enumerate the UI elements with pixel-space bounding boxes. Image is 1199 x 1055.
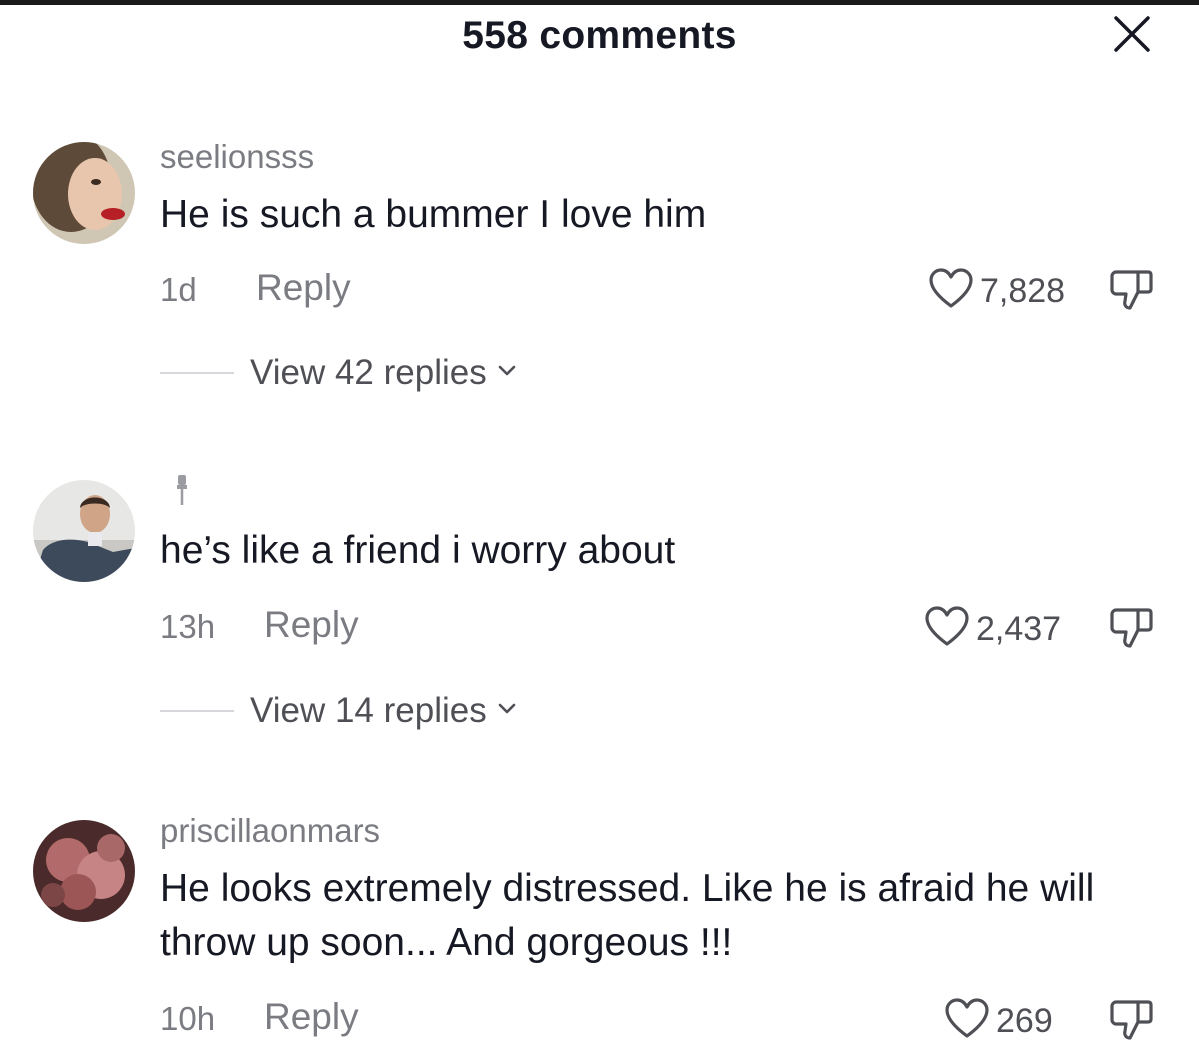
view-replies-label: View 42 replies [250,353,487,392]
comment-timestamp: 13h [160,608,216,645]
dislike-icon[interactable] [1108,268,1156,312]
like-button[interactable]: 269 [944,998,1053,1045]
view-replies-button[interactable]: View 14 replies [160,691,517,731]
like-button[interactable]: 7,828 [928,268,1065,315]
avatar[interactable] [33,820,135,922]
heart-icon [928,268,974,315]
pin-icon [174,473,190,512]
close-icon[interactable] [1110,12,1154,56]
replies-divider [160,710,234,712]
chevron-down-icon [497,702,517,721]
view-replies-button[interactable]: View 42 replies [160,353,517,393]
dislike-icon[interactable] [1108,606,1156,650]
comment-text: he’s like a friend i worry about [160,529,676,572]
like-count: 2,437 [976,610,1062,648]
reply-button[interactable]: Reply [264,996,359,1038]
like-count: 7,828 [980,272,1066,310]
heart-icon [944,998,990,1045]
chevron-down-icon [497,364,517,383]
comment-text: He is such a bummer I love him [160,193,707,236]
like-button[interactable]: 2,437 [924,606,1061,653]
like-count: 269 [996,1002,1053,1040]
top-border [0,0,1199,5]
reply-button[interactable]: Reply [264,604,359,646]
comment-timestamp: 10h [160,1000,216,1037]
comment-text: He looks extremely distressed. Like he i… [160,867,1095,964]
comments-count-title: 558 comments [462,14,737,57]
reply-button[interactable]: Reply [256,267,351,309]
view-replies-label: View 14 replies [250,691,487,730]
comment-timestamp: 1d [160,271,197,308]
comment-username[interactable]: priscillaonmars [160,812,380,850]
avatar[interactable] [33,142,135,244]
heart-icon [924,606,970,653]
avatar[interactable] [33,480,135,582]
comment-username[interactable]: seelionsss [160,138,314,176]
dislike-icon[interactable] [1108,998,1156,1042]
replies-divider [160,372,234,374]
